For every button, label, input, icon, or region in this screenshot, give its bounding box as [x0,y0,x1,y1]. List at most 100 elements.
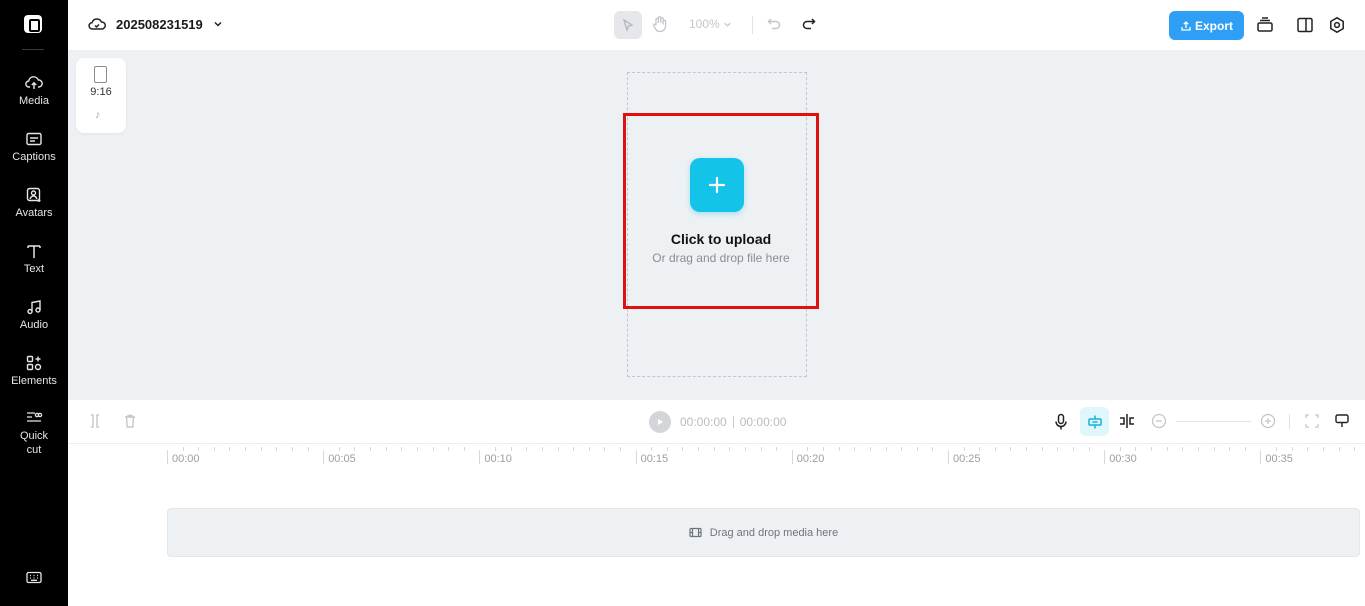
export-button[interactable]: Export [1169,11,1244,40]
zoom-in-icon[interactable] [1260,413,1276,434]
ruler-minor-tick [1338,447,1340,451]
chevron-down-icon[interactable] [213,19,223,29]
ruler-minor-tick [385,447,387,451]
ruler-time-label: 00:35 [1265,453,1293,465]
text-icon [27,245,41,258]
captions-icon [26,132,42,146]
sidebar-item-label: Captions [12,151,56,163]
current-time: 00:00:00 [680,415,727,429]
sidebar-item-captions[interactable]: Captions [0,131,68,164]
ruler-minor-tick [510,447,512,451]
ruler-minor-tick [807,447,809,451]
split-center-icon[interactable] [1118,413,1136,434]
ruler-minor-tick [1151,447,1153,451]
sidebar-item-avatars[interactable]: Avatars [0,187,68,220]
ruler-time-label: 00:05 [328,453,356,465]
music-note-icon [27,300,41,315]
ruler-minor-tick [229,447,231,451]
ruler-minor-tick [260,447,262,451]
ruler-major-tick [323,450,325,464]
project-name[interactable]: 202508231519 [116,17,203,32]
upload-drop-zone[interactable]: Click to upload Or drag and drop file he… [623,113,819,309]
ruler-time-label: 00:25 [953,453,981,465]
ruler-minor-tick [245,447,247,451]
ruler-minor-tick [1354,447,1356,451]
phone-frame-icon [94,66,107,83]
upload-plus-button[interactable] [690,158,744,212]
ruler-minor-tick [916,447,918,451]
undo-icon[interactable] [766,16,782,37]
tiktok-icon: ♪ [95,109,101,121]
timecode-separator [732,416,734,428]
sidebar-item-media[interactable]: Media [0,75,68,108]
project-title-area[interactable]: 202508231519 [88,16,223,32]
stack-layers-icon[interactable] [1256,16,1274,39]
aspect-ratio-selector[interactable]: 9:16 ♪ [76,58,126,133]
panel-layout-icon[interactable] [1296,16,1314,39]
microphone-icon[interactable] [1054,413,1068,436]
ruler-minor-tick [1026,447,1028,451]
toolbar-divider [752,16,753,34]
app-logo-icon[interactable] [24,15,42,33]
delete-trash-icon[interactable] [123,413,137,434]
zoom-level-dropdown[interactable]: 100% [689,17,732,31]
ruler-minor-tick [744,447,746,451]
upload-title[interactable]: Click to upload [626,231,816,247]
ruler-minor-tick [1291,447,1293,451]
media-drop-track[interactable]: Drag and drop media here [167,508,1360,557]
auto-snap-toggle[interactable] [1080,407,1109,436]
ruler-minor-tick [666,447,668,451]
ruler-minor-tick [1119,447,1121,451]
keyboard-shortcuts-icon[interactable] [26,571,42,589]
ruler-minor-tick [463,447,465,451]
elements-icon [26,355,42,371]
sidebar-item-audio[interactable]: Audio [0,299,68,332]
ruler-minor-tick [729,447,731,451]
ruler-minor-tick [619,447,621,451]
ruler-minor-tick [1135,447,1137,451]
play-button[interactable] [649,411,671,433]
ruler-minor-tick [1307,447,1309,451]
timeline-ruler[interactable]: 00:00 00:05 00:10 00:15 00:20 00:25 00:30 00:35 [167,444,1365,466]
comment-marker-icon[interactable] [1334,413,1350,434]
ruler-minor-tick [1057,447,1059,451]
hand-tool-icon[interactable] [652,15,668,38]
ruler-minor-tick [760,447,762,451]
ruler-minor-tick [994,447,996,451]
select-tool-button[interactable] [614,11,642,39]
settings-gear-icon[interactable] [1328,16,1346,39]
ruler-minor-tick [1088,447,1090,451]
fit-screen-icon[interactable] [1304,413,1320,434]
sidebar-item-label: Avatars [15,207,53,219]
ruler-minor-tick [213,447,215,451]
total-time: 00:00:00 [739,415,787,429]
ruler-minor-tick [901,447,903,451]
ruler-time-label: 00:15 [640,453,669,465]
ruler-minor-tick [182,447,184,451]
ruler-minor-tick [963,447,965,451]
ruler-minor-tick [198,447,200,451]
ruler-major-tick [635,450,637,464]
cursor-arrow-icon [622,18,634,32]
ruler-minor-tick [1229,447,1231,451]
ruler-minor-tick [557,447,559,451]
ruler-minor-tick [338,447,340,451]
ruler-minor-tick [823,447,825,451]
sidebar-item-elements[interactable]: Elements [0,355,68,388]
left-sidebar: Media Captions Avatars Text Audio Elemen… [0,0,68,606]
avatar-icon [26,187,41,202]
ruler-minor-tick [604,447,606,451]
ruler-minor-tick [448,447,450,451]
ruler-minor-tick [541,447,543,451]
sidebar-item-text[interactable]: Text [0,243,68,276]
redo-icon[interactable] [801,16,817,37]
sidebar-item-quick-cut[interactable]: Quick cut [0,410,68,457]
ruler-time-label: 00:10 [484,453,512,465]
zoom-out-icon[interactable] [1151,413,1167,434]
ruler-minor-tick [1041,447,1043,451]
split-icon[interactable] [88,413,102,434]
timeline-zoom-slider[interactable] [1176,421,1251,422]
ruler-minor-tick [1244,447,1246,451]
ruler-minor-tick [885,447,887,451]
sidebar-item-label: Text [23,263,45,275]
